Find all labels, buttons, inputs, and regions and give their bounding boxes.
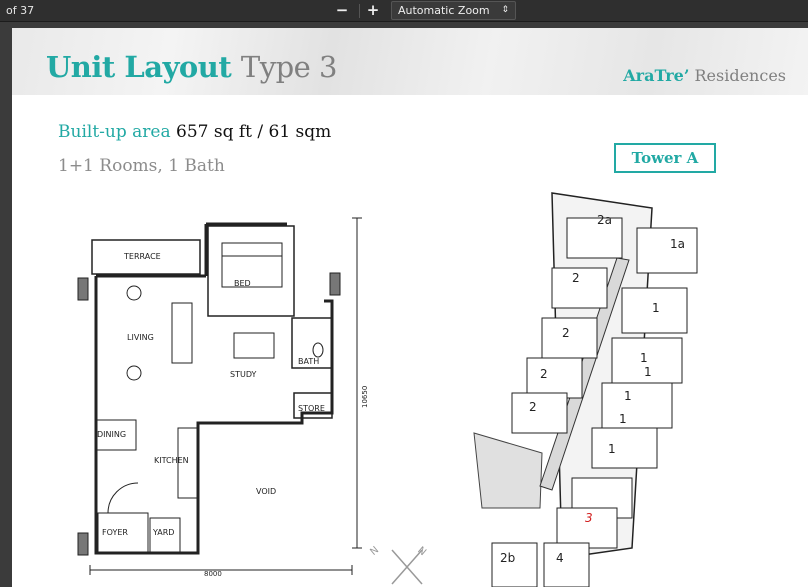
unit-label-highlight: 3 — [585, 511, 593, 525]
select-arrows-icon: ⇕ — [501, 5, 509, 15]
toolbar-separator — [359, 4, 360, 18]
tower-key-plan: 2a1a212112121132b 4 — [473, 192, 698, 587]
pdf-viewer-toolbar: of 37 − + Automatic Zoom ⇕ — [0, 0, 808, 22]
unit-label: 2 — [540, 367, 548, 381]
unit-label: 2a — [597, 213, 612, 227]
zoom-in-button[interactable]: + — [362, 1, 384, 20]
unit-label: 1 — [644, 365, 652, 379]
unit-label: 4 — [556, 551, 564, 565]
page-count: of 37 — [6, 4, 35, 17]
podium-hatch — [473, 432, 543, 509]
unit-label: 2 — [529, 400, 537, 414]
unit-label: 1 — [608, 442, 616, 456]
pdf-page: Unit Layout Type 3 AraTre’ Residences Bu… — [12, 28, 808, 587]
unit-label: 1 — [624, 389, 632, 403]
unit-label: 2 — [572, 271, 580, 285]
zoom-select-value: Automatic Zoom — [398, 4, 490, 17]
unit-label: 1 — [619, 412, 627, 426]
unit-label: 2b — [500, 551, 515, 565]
unit-label: 1a — [670, 237, 685, 251]
unit-label: 1 — [652, 301, 660, 315]
unit-label: 1 — [640, 351, 648, 365]
wing-block — [566, 217, 623, 259]
zoom-out-button[interactable]: − — [331, 1, 353, 20]
zoom-select[interactable]: Automatic Zoom ⇕ — [391, 1, 516, 20]
unit-label: 2 — [562, 326, 570, 340]
